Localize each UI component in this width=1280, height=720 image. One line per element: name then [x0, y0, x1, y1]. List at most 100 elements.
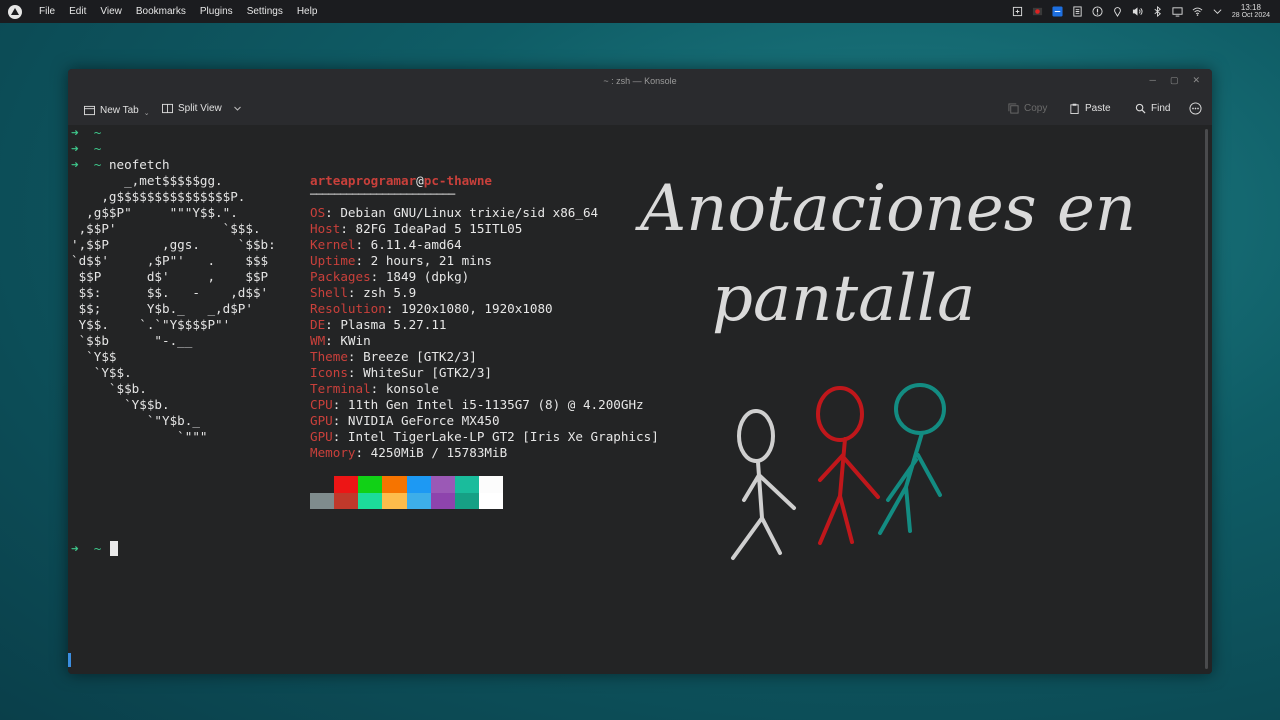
info-value: 6.11.4-amd64	[370, 237, 462, 252]
info-value: 82FG IdeaPad 5 15ITL05	[355, 221, 523, 236]
info-key: Host	[310, 221, 341, 236]
menu-edit[interactable]: Edit	[62, 6, 93, 17]
info-line: Icons: WhiteSur [GTK2/3]	[310, 365, 492, 381]
info-key: OS	[310, 205, 326, 220]
info-value: 1920x1080, 1920x1080	[401, 301, 553, 316]
logo-line: `d$$' ,$P"' . $$$	[71, 253, 269, 268]
menu-help[interactable]: Help	[290, 6, 325, 17]
bluetooth-icon[interactable]	[1152, 6, 1163, 17]
menu-bookmarks[interactable]: Bookmarks	[129, 6, 193, 17]
info-line: Shell: zsh 5.9	[310, 285, 416, 301]
prompt-line: ➜ ~	[71, 141, 101, 157]
paste-button[interactable]: Paste	[1069, 103, 1111, 114]
prompt-dir: ~	[93, 541, 102, 556]
paste-icon	[1070, 103, 1079, 114]
palette-swatch	[334, 492, 359, 509]
info-colon: :	[332, 397, 348, 412]
info-key: Theme	[310, 349, 348, 364]
location-icon[interactable]	[1112, 6, 1123, 17]
app-icon[interactable]	[1052, 6, 1063, 17]
find-button[interactable]: Find	[1135, 103, 1170, 114]
menu-file[interactable]: File	[32, 6, 62, 17]
info-value: 11th Gen Intel i5-1135G7 (8) @ 4.200GHz	[347, 397, 644, 412]
notes-icon[interactable]	[1072, 6, 1083, 17]
menu-settings[interactable]: Settings	[240, 6, 290, 17]
at-sign: @	[416, 173, 424, 188]
info-colon: :	[325, 205, 341, 220]
color-palette	[310, 476, 503, 509]
close-icon[interactable]: ✕	[1192, 75, 1200, 86]
copy-button[interactable]: Copy	[1008, 103, 1047, 114]
info-key: Resolution	[310, 301, 386, 316]
info-key: Icons	[310, 365, 348, 380]
palette-swatch	[430, 476, 455, 493]
palette-swatch	[382, 492, 407, 509]
prompt-arrow: ➜	[71, 541, 79, 556]
info-line: Resolution: 1920x1080, 1920x1080	[310, 301, 553, 317]
chevron-down-icon[interactable]	[1212, 6, 1223, 17]
terminal-area[interactable]: ➜ ~ ➜ ~ ➜ ~ neofetch _,met$$$$$gg. ,g$$$…	[68, 125, 1212, 674]
logo-line: `Y$$b.	[71, 397, 170, 412]
info-key: Memory	[310, 445, 356, 460]
info-line: Memory: 4250MiB / 15783MiB	[310, 445, 507, 461]
info-colon: :	[385, 301, 401, 316]
info-colon: :	[325, 317, 341, 332]
info-value: WhiteSur [GTK2/3]	[363, 365, 492, 380]
palette-swatch	[310, 476, 335, 493]
palette-swatch	[358, 476, 383, 493]
info-colon: :	[347, 349, 364, 364]
info-colon: :	[370, 381, 386, 396]
maximize-icon[interactable]: ▢	[1170, 75, 1179, 86]
info-key: GPU	[310, 429, 333, 444]
info-value: zsh 5.9	[363, 285, 417, 300]
wifi-icon[interactable]	[1192, 6, 1203, 17]
info-value: 4250MiB / 15783MiB	[370, 445, 508, 460]
system-tray: 13:18 28 Oct 2024	[1012, 0, 1270, 23]
menu-plugins[interactable]: Plugins	[193, 6, 240, 17]
info-key: Terminal	[310, 381, 371, 396]
updates-icon[interactable]	[1092, 6, 1103, 17]
new-tab-dropdown-icon[interactable]: ⌄	[144, 109, 150, 117]
menubar: File Edit View Bookmarks Plugins Setting…	[32, 6, 324, 17]
scrollbar[interactable]	[1205, 129, 1208, 669]
menu-view[interactable]: View	[93, 6, 129, 17]
logo-line: $$: $$. - ,d$$'	[71, 285, 269, 300]
info-colon: :	[370, 269, 386, 284]
info-colon: :	[332, 413, 348, 428]
info-value: konsole	[385, 381, 439, 396]
display-icon[interactable]	[1172, 6, 1183, 17]
logo-line: `$$b "-.__	[71, 333, 193, 348]
logo-line: ',$$P ,ggs. `$$b:	[71, 237, 276, 252]
volume-icon[interactable]	[1132, 6, 1143, 17]
info-line: Uptime: 2 hours, 21 mins	[310, 253, 492, 269]
command-text: neofetch	[108, 157, 170, 172]
prompt-line: ➜ ~ neofetch	[71, 157, 170, 173]
info-colon: :	[340, 221, 356, 236]
minimize-icon[interactable]: ─	[1150, 75, 1156, 86]
record-icon[interactable]	[1032, 6, 1043, 17]
app-launcher-icon[interactable]	[8, 4, 22, 19]
clipboard-icon[interactable]	[1012, 6, 1023, 17]
new-tab-button[interactable]: New Tab ⌄	[84, 103, 150, 117]
chevron-down-icon[interactable]	[233, 104, 242, 113]
paste-label: Paste	[1085, 103, 1111, 114]
hamburger-menu-icon[interactable]	[1189, 102, 1202, 115]
find-label: Find	[1151, 103, 1171, 114]
clock[interactable]: 13:18 28 Oct 2024	[1232, 3, 1270, 20]
info-value: Debian GNU/Linux trixie/sid x86_64	[340, 205, 599, 220]
info-colon: :	[332, 429, 348, 444]
scroll-indicator	[68, 653, 71, 667]
info-colon: :	[347, 285, 364, 300]
logo-line: Y$$. `.`"Y$$$$P"'	[71, 317, 231, 332]
info-line: DE: Plasma 5.27.11	[310, 317, 447, 333]
prompt-arrow: ➜	[71, 125, 79, 140]
separator-line: ────────────────────────	[310, 188, 455, 201]
prompt-dir: ~	[93, 141, 102, 156]
logo-line: ,g$$$$$$$$$$$$$$$P.	[71, 189, 246, 204]
window-titlebar[interactable]: ~ : zsh — Konsole ─ ▢ ✕	[68, 69, 1212, 93]
split-view-button[interactable]: Split View	[162, 103, 242, 114]
info-line: GPU: NVIDIA GeForce MX450	[310, 413, 500, 429]
info-line: Host: 82FG IdeaPad 5 15ITL05	[310, 221, 522, 237]
info-key: CPU	[310, 397, 333, 412]
info-value: Plasma 5.27.11	[340, 317, 447, 332]
